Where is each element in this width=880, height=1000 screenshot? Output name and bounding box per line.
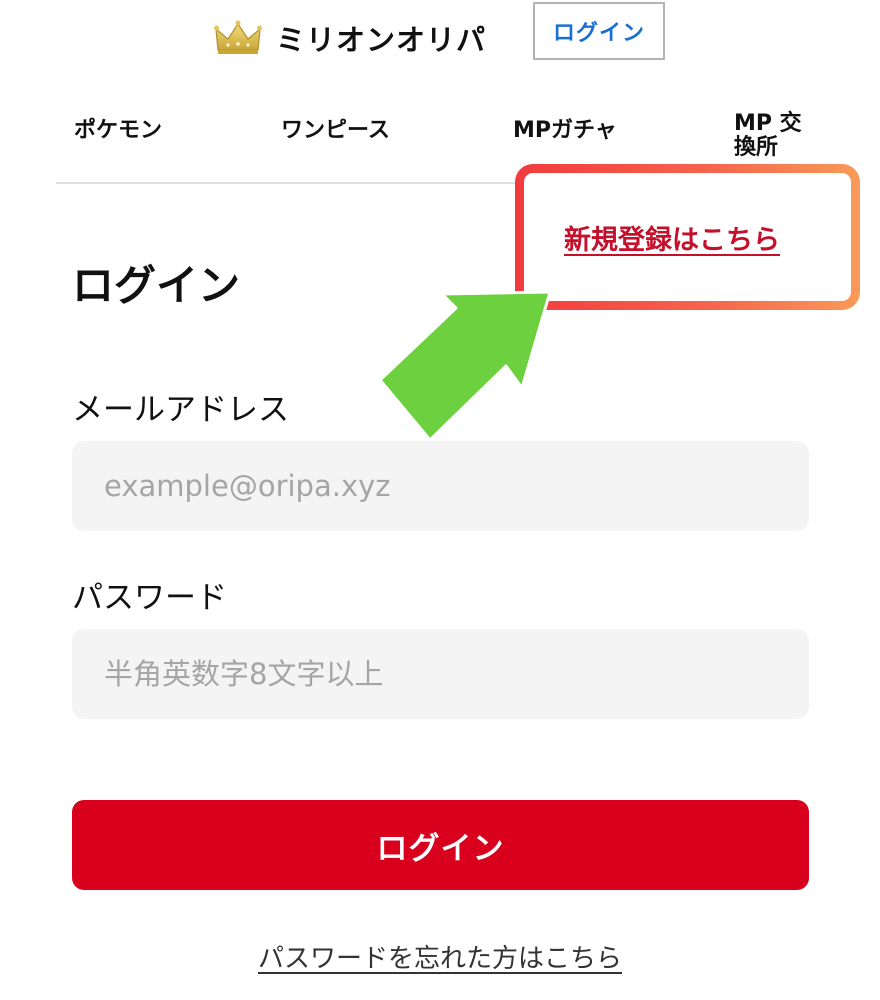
brand-logo[interactable]: ミリオンオリパ	[214, 16, 486, 60]
email-input[interactable]	[72, 441, 809, 531]
pointer-arrow-icon	[378, 290, 552, 442]
crown-icon	[214, 20, 262, 54]
header-login-button[interactable]: ログイン	[533, 2, 665, 60]
nav-item-pokemon[interactable]: ポケモン	[74, 112, 162, 144]
page-title: ログイン	[72, 261, 241, 310]
nav-item-mp-exchange[interactable]: MP 交換所	[734, 112, 814, 160]
email-label: メールアドレス	[72, 392, 289, 428]
nav-item-mp-gacha[interactable]: MPガチャ	[513, 112, 617, 144]
forgot-password-link[interactable]: パスワードを忘れた方はこちら	[255, 938, 625, 975]
login-submit-button[interactable]: ログイン	[72, 800, 809, 890]
login-page: ミリオンオリパ ログイン ポケモン ワンピース MPガチャ MP 交換所 新規登…	[0, 0, 880, 1000]
nav-item-onepiece[interactable]: ワンピース	[281, 112, 390, 144]
register-link[interactable]: 新規登録はこちら	[564, 218, 780, 257]
brand-name: ミリオンオリパ	[276, 23, 487, 57]
password-input[interactable]	[72, 629, 809, 719]
password-label: パスワード	[72, 580, 227, 616]
